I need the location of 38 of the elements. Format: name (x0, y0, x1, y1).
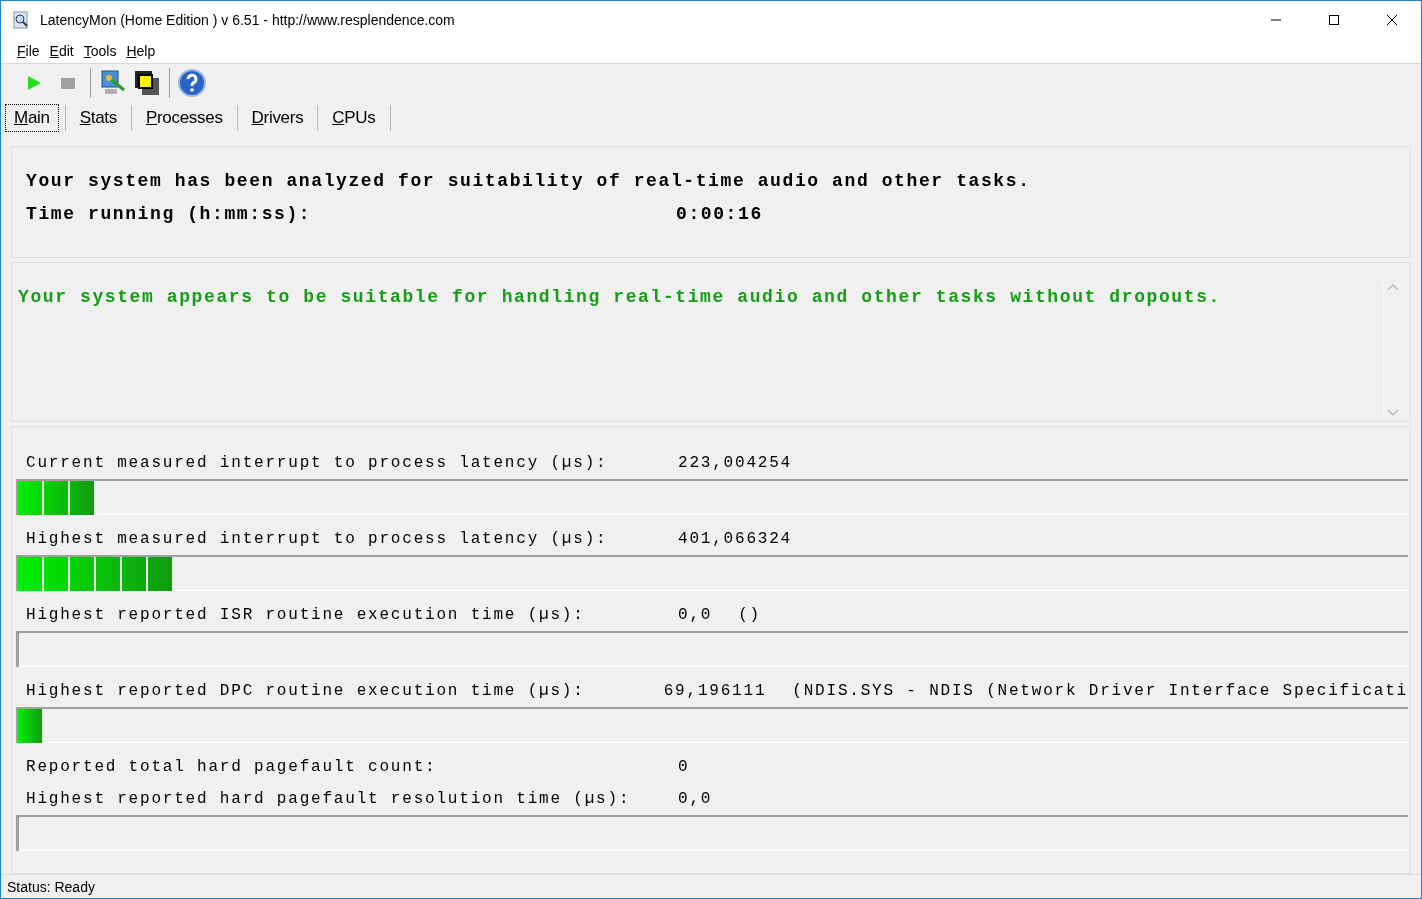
metric-value: 401,066324 (678, 530, 792, 548)
metric-label: Highest reported DPC routine execution time (µs): (26, 682, 586, 700)
tab[interactable]: CPUs (318, 105, 391, 131)
menu-item[interactable]: Tools (79, 42, 123, 59)
analysis-headline: Your system has been analyzed for suitability of real-time audio and other tasks. (26, 171, 1031, 193)
menu-item[interactable]: Help (122, 42, 162, 59)
menu-item[interactable]: Edit (45, 42, 80, 59)
app-magnifier-icon (12, 10, 30, 29)
metric-label: Highest reported ISR routine execution time (µs): (26, 606, 586, 624)
help-button[interactable] (177, 68, 207, 98)
scroll-down-icon[interactable] (1387, 409, 1399, 417)
menu-item[interactable]: File (13, 42, 46, 59)
scroll-up-icon[interactable] (1387, 283, 1399, 291)
tab[interactable]: Stats (64, 105, 132, 131)
metric-value: 223,004254 (678, 454, 792, 472)
close-icon (1386, 13, 1398, 26)
time-running-value: 0:00:16 (676, 204, 763, 226)
metric-label: Highest reported hard pagefault resolution time (µs): (26, 790, 632, 808)
metric-label: Current measured interrupt to process latency (µs): (26, 454, 609, 472)
tab[interactable]: Main (5, 104, 59, 132)
verdict-text: Your system appears to be suitable for handling real-time audio and other tasks without dropouts. (17, 286, 1222, 309)
metric-detail: (NDIS.SYS - NDIS (Network Driver Interface Specificati (792, 682, 1408, 700)
metric-label: Highest measured interrupt to process latency (µs): (26, 530, 609, 548)
status-text: Status: Ready (1, 874, 1421, 898)
window-title: LatencyMon (Home Edition ) v 6.51 - http://www.resplendence.com (40, 11, 455, 28)
metric-value: 0,0 (678, 606, 713, 624)
metric-detail: () (738, 606, 762, 624)
play-icon (26, 75, 42, 91)
tab[interactable]: Drivers (237, 105, 319, 131)
maximize-icon (1328, 13, 1340, 26)
metric-value: 0,0 (678, 790, 713, 808)
tab[interactable]: Processes (131, 105, 238, 131)
metric-value: 69,196111 (663, 682, 767, 700)
metric-value: 0 (678, 758, 690, 776)
stop-icon (60, 75, 76, 91)
time-running-label: Time running (h:mm:ss): (26, 204, 313, 226)
metric-label: Reported total hard pagefault count: (26, 758, 438, 776)
windows-button[interactable] (132, 68, 162, 98)
